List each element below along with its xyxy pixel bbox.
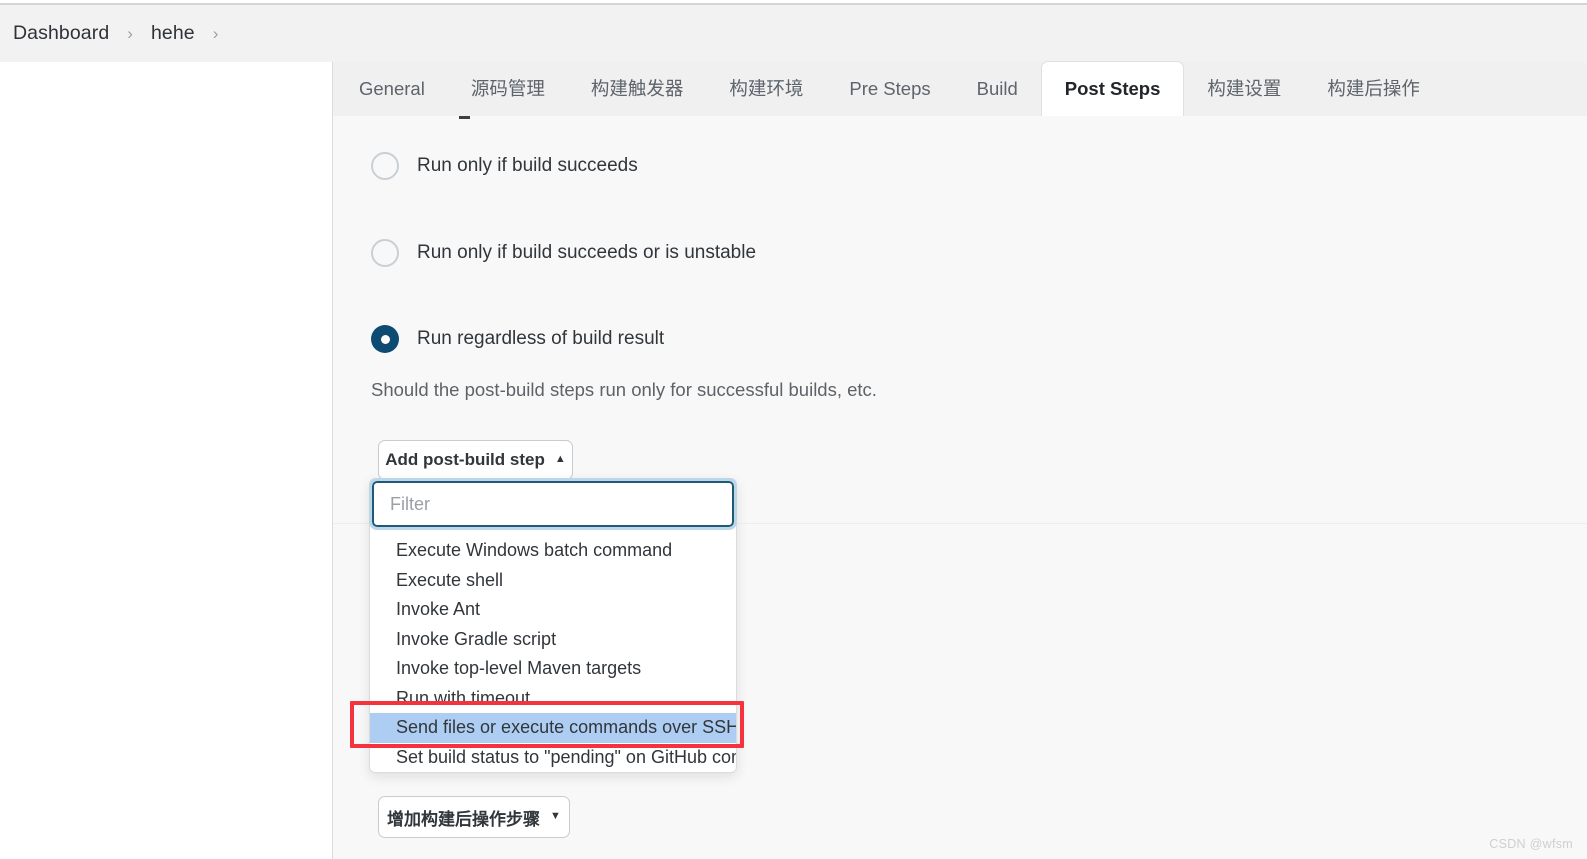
tab-build-environment[interactable]: 构建环境 — [706, 62, 826, 116]
tab-post-build-actions[interactable]: 构建后操作 — [1304, 62, 1443, 116]
radio-run-if-succeeds-or-unstable[interactable] — [371, 239, 399, 267]
breadcrumb-item-hehe[interactable]: hehe — [151, 22, 195, 45]
radio-row-run-if-succeeds[interactable]: Run only if build succeeds — [371, 152, 638, 180]
tab-post-steps[interactable]: Post Steps — [1040, 61, 1185, 116]
add-post-build-action-button[interactable]: 增加构建后操作步骤 ▼ — [378, 796, 570, 838]
dropdown-item-send-files-or-execute-commands-over-ssh[interactable]: Send files or execute commands over SSH — [370, 713, 736, 743]
app-root: Dashboard › hehe › General 源码管理 构建触发器 构建… — [0, 0, 1587, 859]
tab-build-settings[interactable]: 构建设置 — [1184, 62, 1304, 116]
tab-build[interactable]: Build — [954, 62, 1041, 116]
dropdown-item-execute-shell[interactable]: Execute shell — [370, 566, 736, 596]
radio-label-run-if-succeeds-or-unstable: Run only if build succeeds or is unstabl… — [417, 242, 757, 263]
filter-input[interactable] — [369, 478, 737, 530]
chevron-up-icon: ▲ — [554, 452, 566, 465]
filter-wrapper — [369, 478, 737, 530]
breadcrumb: Dashboard › hehe › — [0, 5, 1587, 62]
run-condition-help-text: Should the post-build steps run only for… — [371, 379, 877, 400]
breadcrumb-separator-icon: › — [127, 23, 133, 43]
radio-run-regardless[interactable] — [371, 325, 399, 353]
tab-build-triggers[interactable]: 构建触发器 — [568, 62, 707, 116]
watermark: CSDN @wfsm — [1489, 837, 1573, 851]
add-post-build-step-label: Add post-build step — [385, 450, 545, 469]
radio-label-run-regardless: Run regardless of build result — [417, 328, 665, 349]
post-build-step-option-list: Execute Windows batch command Execute sh… — [370, 527, 736, 772]
radio-run-if-succeeds[interactable] — [371, 152, 399, 180]
tab-general[interactable]: General — [333, 62, 448, 116]
breadcrumb-separator-icon-2: › — [212, 23, 219, 43]
add-post-build-step-button[interactable]: Add post-build step ▲ — [378, 440, 573, 480]
config-tab-bar: General 源码管理 构建触发器 构建环境 Pre Steps Build … — [333, 61, 1587, 116]
dropdown-item-invoke-gradle-script[interactable]: Invoke Gradle script — [370, 625, 736, 655]
dropdown-item-run-with-timeout[interactable]: Run with timeout — [370, 684, 736, 714]
add-post-build-action-label: 增加构建后操作步骤 — [387, 809, 541, 829]
chevron-down-icon: ▼ — [550, 809, 561, 822]
dropdown-item-execute-windows-batch-command[interactable]: Execute Windows batch command — [370, 536, 736, 566]
breadcrumb-item-dashboard[interactable]: Dashboard — [13, 22, 109, 45]
dropdown-item-set-build-status-pending-github[interactable]: Set build status to "pending" on GitHub … — [370, 743, 736, 773]
dropdown-item-invoke-top-level-maven-targets[interactable]: Invoke top-level Maven targets — [370, 654, 736, 684]
dropdown-item-invoke-ant[interactable]: Invoke Ant — [370, 595, 736, 625]
post-build-step-dropdown: Execute Windows batch command Execute sh… — [369, 478, 737, 773]
radio-row-run-regardless[interactable]: Run regardless of build result — [371, 325, 664, 353]
sidebar-panel — [0, 62, 332, 859]
radio-label-run-if-succeeds: Run only if build succeeds — [417, 155, 638, 176]
tab-source-code-management[interactable]: 源码管理 — [448, 62, 568, 116]
tab-pre-steps[interactable]: Pre Steps — [826, 62, 953, 116]
radio-row-run-if-succeeds-or-unstable[interactable]: Run only if build succeeds or is unstabl… — [371, 239, 756, 267]
post-steps-panel: Run only if build succeeds Run only if b… — [333, 116, 1587, 859]
clipped-content-sliver — [459, 116, 470, 119]
